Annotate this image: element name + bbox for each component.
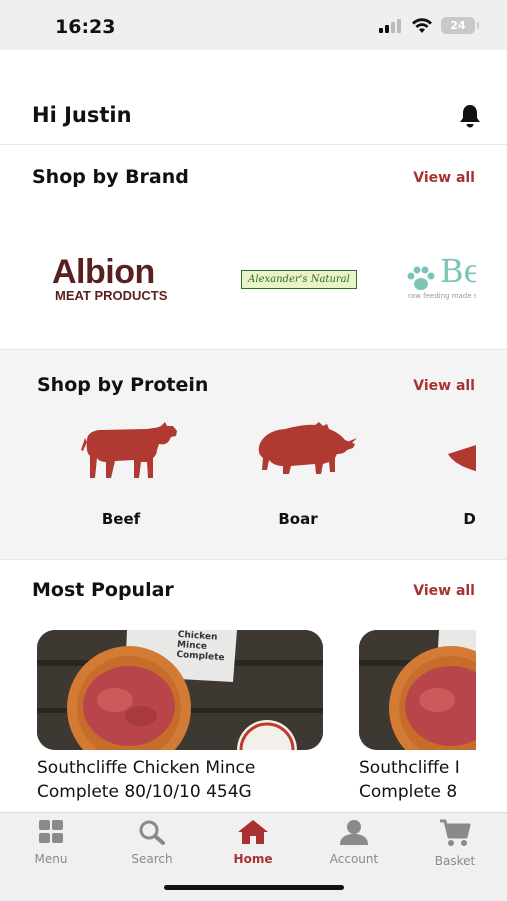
wifi-icon xyxy=(412,17,432,33)
alexanders-logo-text: Alexander's Natural xyxy=(248,274,350,285)
protein-section: Shop by Protein View all Beef Boar Du xyxy=(0,349,507,560)
partial-brand-text: Be xyxy=(440,252,476,290)
tab-menu[interactable]: Menu xyxy=(6,819,96,866)
tab-label-home: Home xyxy=(233,852,273,866)
popular-view-all-link[interactable]: View all xyxy=(413,583,475,599)
product-card[interactable]: Southcliffe I Complete 8 xyxy=(359,630,476,804)
tab-label-account: Account xyxy=(329,852,379,866)
product-image xyxy=(359,630,476,750)
product-card[interactable]: Chicken Mince Complete Southcliffe Chick… xyxy=(37,630,327,804)
home-indicator xyxy=(164,885,344,890)
brand-carousel[interactable]: Albion MEAT PRODUCTS Alexander's Natural… xyxy=(0,230,476,330)
brand-view-all-link[interactable]: View all xyxy=(413,170,475,186)
protein-item-duck[interactable]: Du xyxy=(405,420,476,528)
duck-icon xyxy=(448,445,476,472)
protein-section-title: Shop by Protein xyxy=(37,374,209,396)
popular-carousel[interactable]: Chicken Mince Complete Southcliffe Chick… xyxy=(0,630,476,815)
greeting: Hi Justin xyxy=(32,103,132,127)
status-time: 16:23 xyxy=(55,16,116,38)
protein-label-boar: Boar xyxy=(278,510,318,528)
tab-account[interactable]: Account xyxy=(309,819,399,866)
tab-label-basket: Basket xyxy=(434,854,476,868)
package-label: Chicken Mince Complete xyxy=(176,630,225,664)
product-name-line-2: Complete 80/10/10 454G xyxy=(37,782,252,802)
header-divider xyxy=(0,144,507,145)
product-image: Chicken Mince Complete xyxy=(37,630,323,750)
tab-search[interactable]: Search xyxy=(107,819,197,866)
protein-item-boar[interactable]: Boar xyxy=(228,420,368,528)
status-icons: 24 xyxy=(379,17,479,34)
battery-icon: 24 xyxy=(441,17,479,34)
brand-section-title: Shop by Brand xyxy=(32,166,189,188)
basket-icon xyxy=(440,819,471,846)
popular-section-title: Most Popular xyxy=(32,579,174,601)
boar-icon xyxy=(258,422,357,474)
protein-item-beef[interactable]: Beef xyxy=(51,420,191,528)
product-name-line-1: Southcliffe Chicken Mince xyxy=(37,758,256,778)
product-photo-illustration xyxy=(359,630,476,750)
paw-print-icon xyxy=(407,266,435,290)
brand-logo-albion[interactable]: Albion MEAT PRODUCTS xyxy=(52,254,192,303)
partial-brand-tagline: raw feeding made s xyxy=(408,292,476,300)
search-icon xyxy=(139,820,165,845)
tab-home[interactable]: Home xyxy=(208,819,298,866)
battery-level: 24 xyxy=(450,19,466,32)
brand-logo-alexanders-natural[interactable]: Alexander's Natural xyxy=(241,270,357,289)
product-name-line-2: Complete 8 xyxy=(359,782,458,802)
tab-label-menu: Menu xyxy=(34,852,68,866)
protein-view-all-link[interactable]: View all xyxy=(413,378,475,394)
account-icon xyxy=(340,820,368,845)
signal-icon xyxy=(379,18,401,33)
status-bar: 16:23 24 xyxy=(0,0,507,50)
albion-logo-text: Albion xyxy=(52,253,155,291)
product-name-line-1: Southcliffe I xyxy=(359,758,460,778)
grid-icon xyxy=(39,820,63,843)
tab-basket[interactable]: Basket xyxy=(410,819,500,868)
home-icon xyxy=(238,820,268,844)
tab-label-search: Search xyxy=(131,852,173,866)
cow-icon xyxy=(81,422,177,478)
protein-carousel[interactable]: Beef Boar Du xyxy=(0,420,476,540)
albion-logo-subtitle: MEAT PRODUCTS xyxy=(55,288,168,303)
notification-bell-icon[interactable] xyxy=(456,102,484,134)
protein-label-beef: Beef xyxy=(101,510,141,528)
protein-label-duck: Du xyxy=(463,510,476,528)
